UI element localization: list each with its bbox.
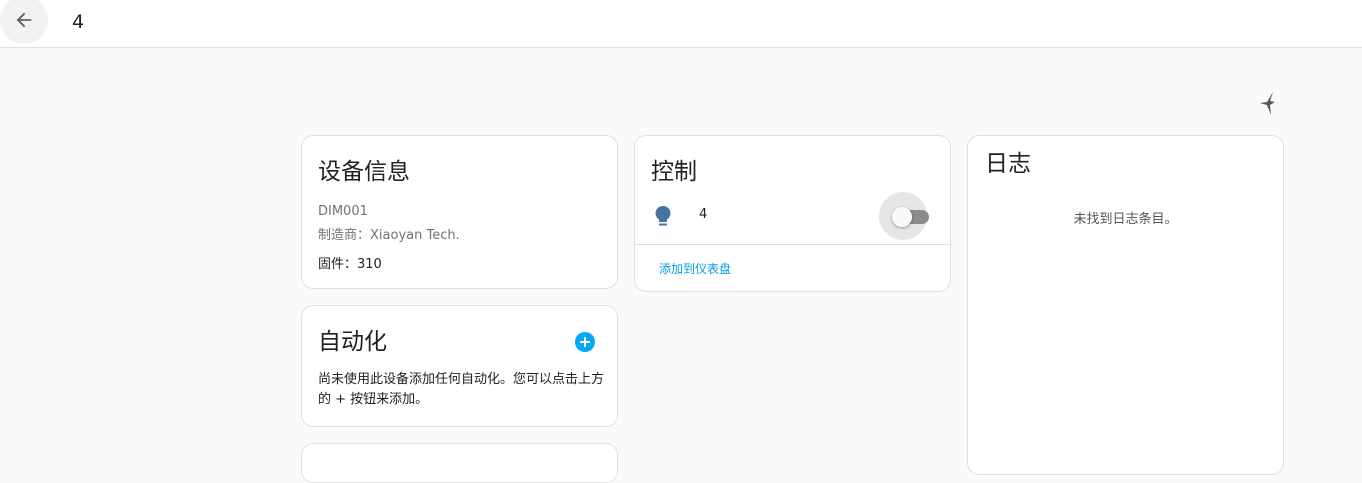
controls-title: 控制 [651,159,697,185]
additional-card [301,443,618,483]
plus-circle-icon[interactable] [575,332,595,352]
logbook-card: 日志 未找到日志条目。 [967,135,1284,475]
top-app-bar: 4 [0,0,1362,48]
back-button[interactable] [0,0,48,44]
device-firmware: 固件：310 [318,257,382,272]
device-info-title: 设备信息 [318,159,410,185]
entity-name[interactable]: 4 [699,207,707,222]
device-info-card: 设备信息 DIM001 制造商：Xiaoyan Tech. 固件：310 [301,135,618,289]
assist-icon[interactable] [1258,90,1280,116]
device-model: DIM001 [318,204,368,219]
arrow-left-icon [16,12,32,28]
controls-card: 控制 4 添加到仪表盘 [634,135,951,292]
device-manufacturer: 制造商：Xiaoyan Tech. [318,228,460,243]
toggle-knob[interactable] [892,207,912,227]
automation-card: 自动化 尚未使用此设备添加任何自动化。您可以点击上方的 + 按钮来添加。 [301,305,618,427]
lightbulb-icon[interactable] [653,205,673,229]
add-to-dashboard-button[interactable]: 添加到仪表盘 [659,260,731,277]
page-title: 4 [72,11,85,33]
card-divider [635,244,950,245]
automation-empty-text: 尚未使用此设备添加任何自动化。您可以点击上方的 + 按钮来添加。 [318,372,605,407]
logbook-empty-text: 未找到日志条目。 [1073,212,1178,227]
automation-title: 自动化 [318,329,387,355]
logbook-title: 日志 [985,151,1031,177]
